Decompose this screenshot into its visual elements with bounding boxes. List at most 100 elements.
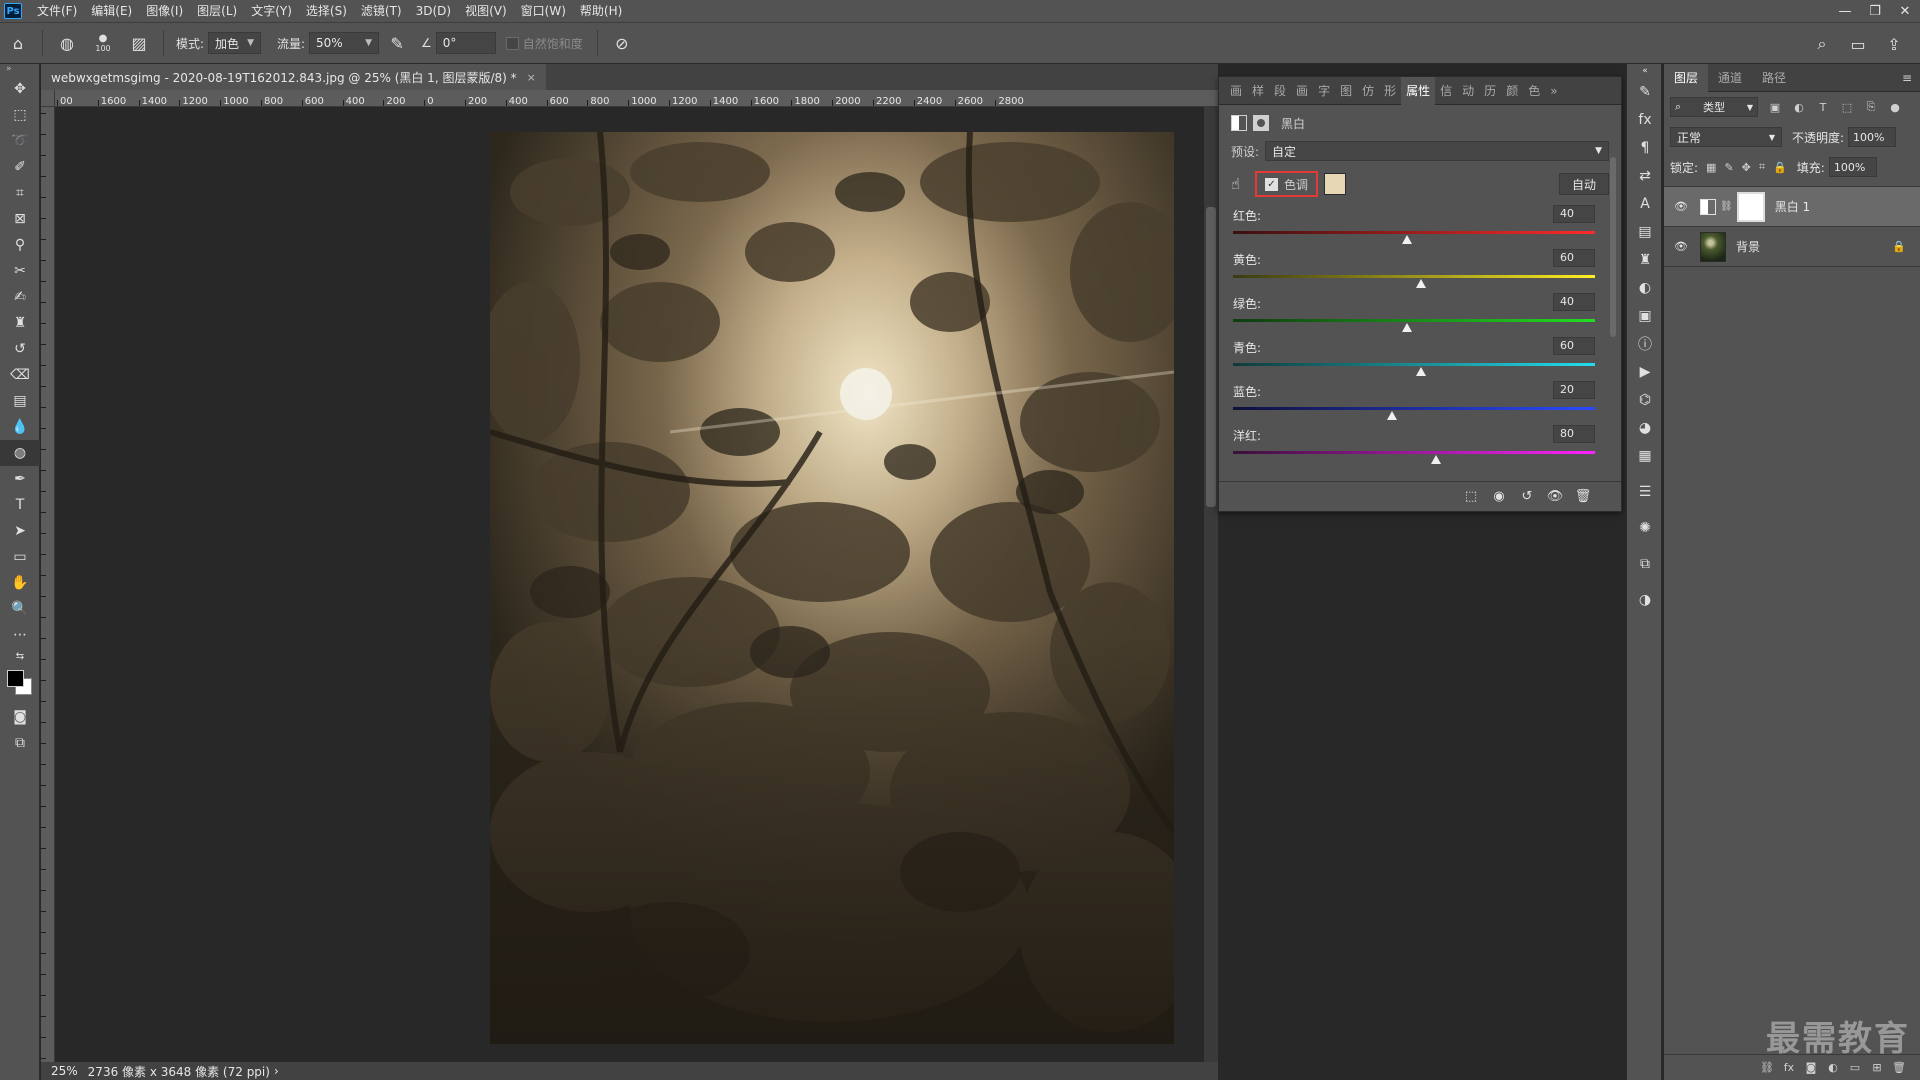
screen-mode-icon[interactable]: ⧉ [0,730,40,756]
frame-tool-icon[interactable]: ⊠ [0,206,40,232]
collapse-icon[interactable]: « [1627,64,1663,78]
layers-tab[interactable]: 图层 [1664,63,1709,92]
tint-checkbox[interactable]: ✓ [1265,177,1278,191]
gradient-tool-icon[interactable]: ▤ [0,388,40,414]
hand-tool-icon[interactable]: ✋ [0,570,40,596]
zoom-tool-icon[interactable]: 🔍 [0,596,40,622]
properties-tab[interactable]: 颜 [1501,77,1523,105]
smart-object-filter-icon[interactable]: ⎘ [1864,100,1878,114]
home-icon[interactable]: ⌂ [4,29,32,57]
stamp-tool-icon[interactable]: ♜ [0,310,40,336]
new-group-icon[interactable]: ▭ [1844,1061,1866,1074]
properties-tab[interactable]: 画 [1225,77,1247,105]
menu-item[interactable]: 文字(Y) [244,0,299,22]
layer-name[interactable]: 背景 [1736,238,1760,255]
visibility-eye-icon[interactable]: 👁 [1674,200,1690,213]
horizontal-ruler[interactable]: 00 1600 1400 1200 1000 800 600 400 200 0 200 400 600… [55,90,1218,107]
fill-input[interactable]: 100% [1828,157,1877,177]
pen-tool-icon[interactable]: ✒ [0,466,40,492]
search-icon[interactable]: ⌕ [1808,30,1836,58]
pixel-filter-icon[interactable]: ▣ [1768,101,1782,114]
slider-thumb[interactable] [1387,411,1398,420]
auto-button[interactable]: 自动 [1558,173,1609,195]
brush-size-picker[interactable]: ● 100 [89,29,117,57]
properties-tab[interactable]: 色 [1523,77,1545,105]
slider-value-input[interactable]: 40 [1553,205,1595,223]
slider-value-input[interactable]: 80 [1553,425,1595,443]
brush-panel-icon[interactable]: ▨ [125,29,153,57]
swatches-icon[interactable]: ▦ [1627,442,1663,470]
slider-track[interactable] [1233,451,1595,454]
adjustment-filter-icon[interactable]: ◐ [1792,101,1806,114]
more-tools-icon[interactable]: ⋯ [0,622,40,648]
filter-toggle-icon[interactable]: ● [1888,101,1902,114]
brush-settings-icon[interactable]: ✎ [1627,78,1663,106]
properties-tab[interactable]: 仿 [1357,77,1379,105]
slider-value-input[interactable]: 60 [1553,337,1595,355]
properties-tab[interactable]: 形 [1379,77,1401,105]
menu-item[interactable]: 图层(L) [190,0,244,22]
crop-tool-icon[interactable]: ⌗ [0,180,40,206]
menu-item[interactable]: 3D(D) [409,0,458,22]
angle-input[interactable]: 0° [435,32,496,54]
swap-colors-icon[interactable]: ⇆ [0,648,40,664]
menu-item[interactable]: 视图(V) [458,0,514,22]
vertical-ruler[interactable] [41,107,55,1062]
gear-icon[interactable]: ✺ [1627,514,1663,542]
panel-menu-icon[interactable]: ≡ [1902,71,1912,85]
brush-presets-icon[interactable]: fx [1627,106,1663,134]
slider-track[interactable] [1233,407,1595,410]
layer-name[interactable]: 黑白 1 [1775,198,1810,215]
link-icon[interactable]: ⛓ [1720,201,1733,212]
trash-icon[interactable]: 🗑 [1569,489,1597,504]
black-white-adjustment-icon[interactable] [1231,115,1247,131]
restore-button[interactable]: ❐ [1860,0,1890,22]
marquee-tool-icon[interactable]: ⬚ [0,102,40,128]
tint-color-swatch[interactable] [1324,173,1347,195]
document-tab[interactable]: webwxgetmsgimg - 2020-08-19T162012.843.j… [41,64,546,90]
slider-value-input[interactable]: 20 [1553,381,1595,399]
lock-artboard-icon[interactable]: ⌗ [1759,160,1765,174]
properties-icon[interactable]: ▣ [1627,302,1663,330]
collapse-icon[interactable]: » [0,64,39,76]
slider-thumb[interactable] [1401,323,1412,332]
quick-mask-icon[interactable]: ◙ [0,704,40,730]
slider-track[interactable] [1233,231,1595,234]
layer-comps-icon[interactable]: ⧉ [1627,550,1663,578]
vibrance-checkbox[interactable] [505,36,519,50]
healing-tool-icon[interactable]: ✂ [0,258,40,284]
sponge-tool-preset-icon[interactable]: ◍ [53,29,81,57]
lasso-tool-icon[interactable]: ➰ [0,128,40,154]
slider-track[interactable] [1233,275,1595,278]
menu-item[interactable]: 图像(I) [139,0,190,22]
add-mask-icon[interactable]: ◙ [1800,1061,1822,1074]
targeted-adjust-hand-icon[interactable]: ☝ [1231,175,1251,193]
properties-tab[interactable]: 样 [1247,77,1269,105]
tint-checkbox-highlight[interactable]: ✓ 色调 [1255,171,1319,197]
eraser-tool-icon[interactable]: ⌫ [0,362,40,388]
mode-select[interactable]: 加色 ▼ [208,32,261,54]
link-layers-icon[interactable]: ⛓ [1756,1061,1778,1074]
visibility-eye-icon[interactable]: 👁 [1674,240,1690,253]
canvas-area[interactable] [55,107,1218,1062]
clip-to-layer-icon[interactable]: ⬚ [1457,489,1485,504]
gradients-icon[interactable]: ◑ [1627,586,1663,614]
properties-tab[interactable]: 图 [1335,77,1357,105]
document-image[interactable] [490,132,1174,1044]
layers-tab[interactable]: 路径 [1752,64,1796,92]
path-select-tool-icon[interactable]: ➤ [0,518,40,544]
menu-item[interactable]: 文件(F) [30,0,84,22]
slider-track[interactable] [1233,319,1595,322]
actions-icon[interactable]: ▶ [1627,358,1663,386]
slider-value-input[interactable]: 60 [1553,249,1595,267]
rectangle-tool-icon[interactable]: ▭ [0,544,40,570]
history-icon[interactable]: ⌬ [1627,386,1663,414]
layer-filter-select[interactable]: ⌕ 类型 ▼ [1670,97,1758,117]
trash-icon[interactable]: 🗑 [1888,1061,1910,1074]
character-icon[interactable]: A [1627,190,1663,218]
lock-all-icon[interactable]: 🔒 [1773,161,1787,174]
share-icon[interactable]: ⇪ [1880,30,1908,58]
paragraph-icon[interactable]: ¶ [1627,134,1663,162]
airbrush-icon[interactable]: ✎ [383,29,411,57]
scrollbar-thumb[interactable] [1206,207,1216,507]
